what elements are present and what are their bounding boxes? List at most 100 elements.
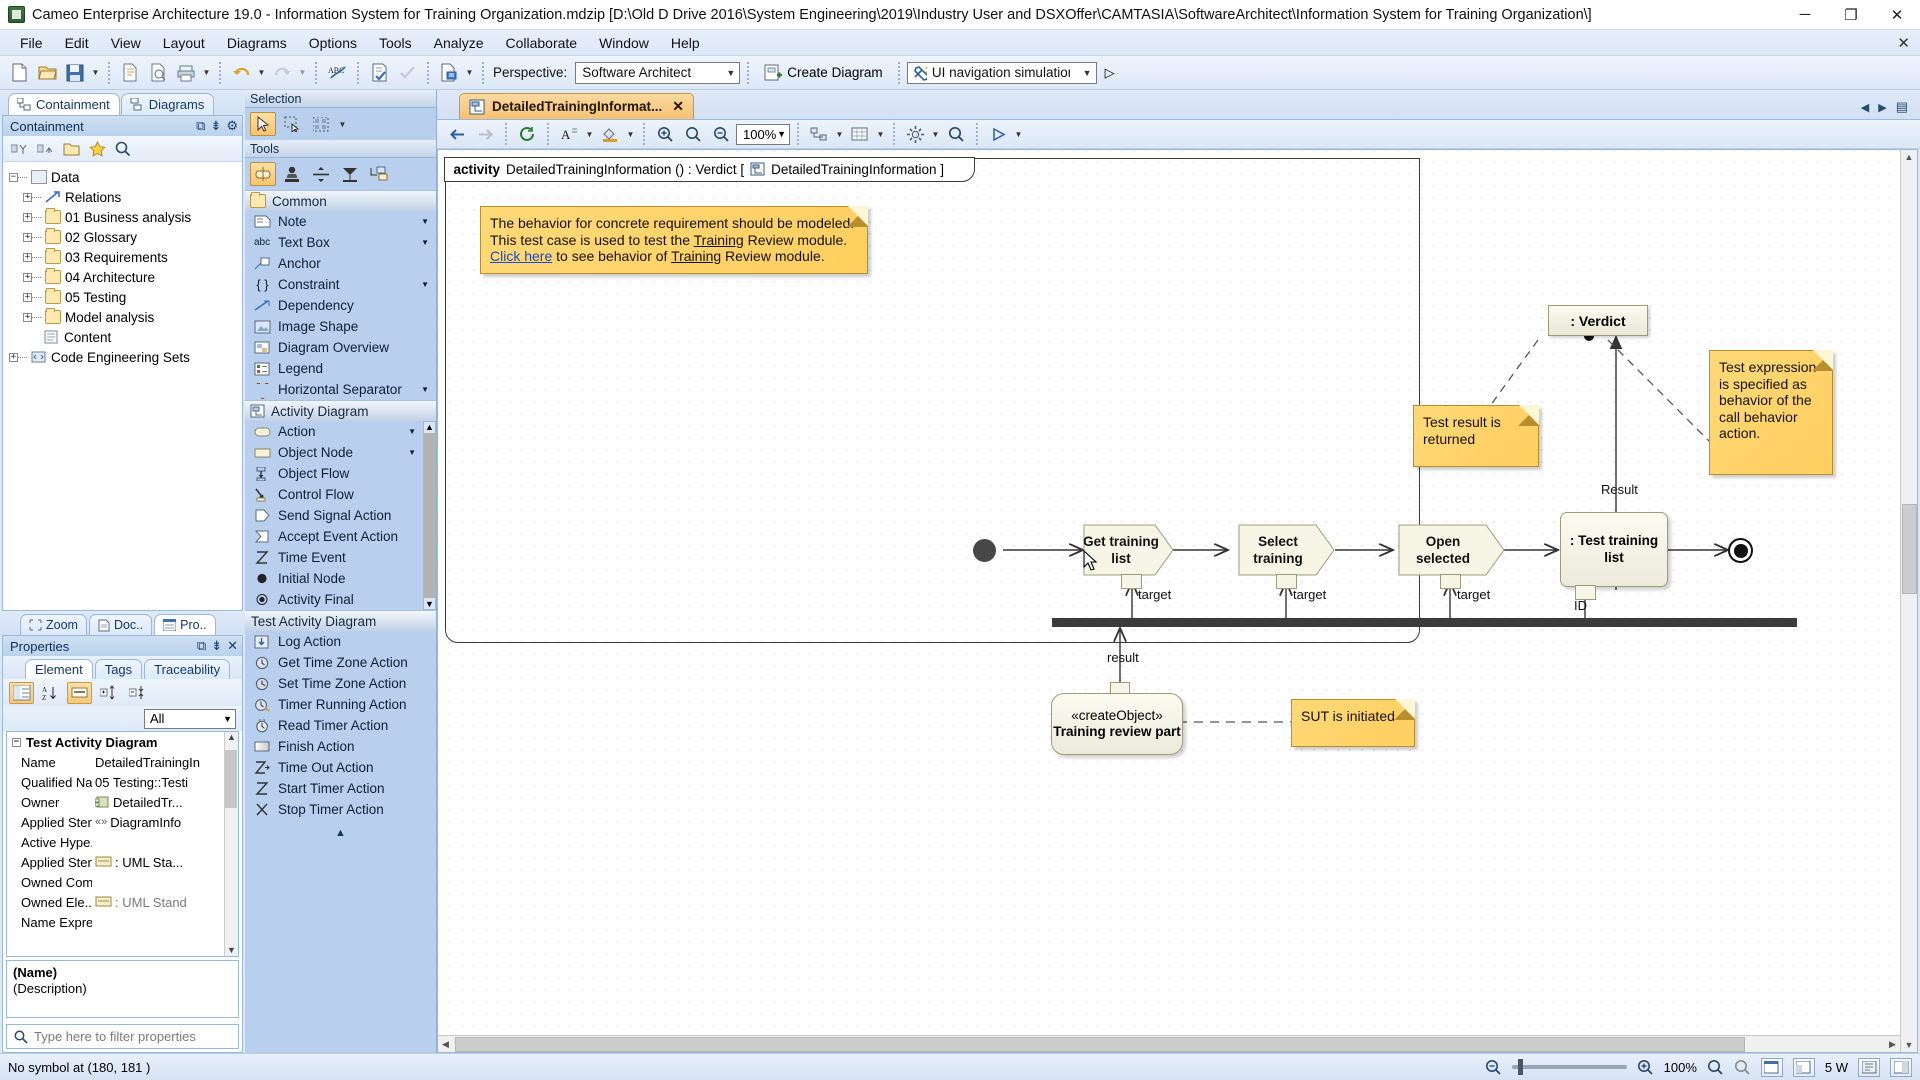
report-dropdown-caret[interactable]: ▼ bbox=[464, 62, 475, 84]
action-select-training[interactable]: Select training bbox=[1238, 524, 1336, 576]
expand-all-icon[interactable] bbox=[34, 138, 56, 159]
collapse-all-icon[interactable] bbox=[8, 138, 30, 159]
palette-item-diagram-overview[interactable]: Diagram Overview bbox=[245, 337, 436, 358]
palette-item-log-action[interactable]: Log Action bbox=[245, 631, 436, 652]
run-simulation-button[interactable]: ▷ bbox=[1099, 62, 1121, 84]
tree-item-relations[interactable]: + Relations bbox=[3, 187, 242, 207]
palette-scrollbar[interactable]: ▲ ▼ bbox=[423, 421, 436, 610]
diagram-canvas[interactable]: activity DetailedTrainingInformation () … bbox=[438, 150, 1900, 1035]
print-icon[interactable] bbox=[173, 60, 199, 86]
palette-item-control-flow[interactable]: Control Flow bbox=[245, 484, 423, 505]
menu-item-analyze[interactable]: Analyze bbox=[423, 33, 495, 53]
property-row-applied-stereotype-2[interactable]: Applied Ster... : UML Sta... bbox=[7, 852, 238, 872]
distribute-icon[interactable] bbox=[337, 162, 363, 186]
align-vertical-icon[interactable] bbox=[308, 162, 334, 186]
palette-group-activity-diagram[interactable]: Activity Diagram bbox=[245, 400, 436, 421]
font-dropdown-caret[interactable]: ▼ bbox=[584, 123, 595, 145]
forward-icon[interactable] bbox=[472, 121, 498, 147]
close-icon[interactable]: ✕ bbox=[227, 638, 238, 654]
fork-bar[interactable] bbox=[1052, 618, 1797, 627]
palette-item-get-time-zone-action[interactable]: Get Time Zone Action bbox=[245, 652, 436, 673]
palette-item-initial-node[interactable]: Initial Node bbox=[245, 568, 423, 589]
menu-item-file[interactable]: File bbox=[9, 33, 54, 53]
palette-item-horizontal-separator[interactable]: - - - Horizontal Separator ▼ bbox=[245, 375, 436, 405]
palette-item-text-box[interactable]: abc Text Box ▼ bbox=[245, 232, 436, 253]
show-value-icon[interactable] bbox=[67, 681, 92, 704]
menu-item-layout[interactable]: Layout bbox=[152, 33, 216, 53]
tree-item-model-analysis[interactable]: + Model analysis bbox=[3, 307, 242, 327]
action-get-training-list[interactable]: Get training list bbox=[1083, 524, 1175, 576]
undo-dropdown-caret[interactable]: ▼ bbox=[256, 62, 267, 84]
tree-expander[interactable]: + bbox=[23, 212, 32, 222]
palette-item-activity-final[interactable]: Activity Final bbox=[245, 589, 423, 610]
property-row-active-hyperlink[interactable]: Active Hype... bbox=[7, 832, 238, 852]
palette-item-time-out-action[interactable]: Time Out Action bbox=[245, 757, 436, 778]
selection-dropdown-caret[interactable]: ▼ bbox=[337, 113, 348, 135]
palette-scroll-thumb[interactable] bbox=[424, 433, 435, 598]
gear-icon[interactable]: ⚙ bbox=[226, 118, 238, 134]
tab-properties[interactable]: Pro.. bbox=[154, 614, 216, 635]
zoom-fit-status-icon[interactable] bbox=[1707, 1059, 1724, 1075]
note-behavior-link-training-2[interactable]: Training bbox=[671, 248, 721, 264]
properties-list[interactable]: − Test Activity Diagram Name DetailedTra… bbox=[6, 731, 239, 957]
status-panel-icon-4[interactable] bbox=[1890, 1057, 1912, 1077]
tree-item-code-engineering-sets[interactable]: + Code Engineering Sets bbox=[3, 347, 242, 367]
save-dropdown-caret[interactable]: ▼ bbox=[90, 62, 101, 84]
zoom-fit-icon[interactable] bbox=[680, 121, 706, 147]
palette-item-accept-event-action[interactable]: Accept Event Action bbox=[245, 526, 423, 547]
minimize-button[interactable]: ─ bbox=[1782, 0, 1828, 30]
multi-select-icon[interactable] bbox=[308, 112, 334, 136]
properties-scroll-thumb[interactable] bbox=[225, 750, 237, 808]
tab-list-icon[interactable]: ▤ bbox=[1896, 99, 1908, 115]
note-behavior-link-training-1[interactable]: Training bbox=[694, 232, 744, 248]
menu-item-diagrams[interactable]: Diagrams bbox=[216, 33, 298, 53]
diagram-zoom-combo[interactable]: 100% ▼ bbox=[736, 123, 790, 145]
favorites-star-icon[interactable] bbox=[86, 138, 108, 159]
close-document-icon[interactable]: ✕ bbox=[1897, 34, 1910, 52]
open-project-icon[interactable] bbox=[34, 60, 60, 86]
note-behavior[interactable]: The behavior for concrete requirement sh… bbox=[480, 206, 868, 274]
tree-item-architecture[interactable]: + 04 Architecture bbox=[3, 267, 242, 287]
note-test-result[interactable]: Test result is returned bbox=[1413, 405, 1539, 467]
status-panel-icon-2[interactable] bbox=[1792, 1057, 1815, 1077]
validate-icon[interactable] bbox=[366, 60, 392, 86]
save-project-icon[interactable] bbox=[62, 60, 88, 86]
vscroll-thumb[interactable] bbox=[1901, 503, 1917, 594]
palette-item-time-event[interactable]: Time Event bbox=[245, 547, 423, 568]
settings-dropdown-caret[interactable]: ▼ bbox=[930, 123, 941, 145]
redo-icon[interactable] bbox=[269, 60, 295, 86]
menu-item-help[interactable]: Help bbox=[660, 33, 711, 53]
tree-item-testing[interactable]: + 05 Testing bbox=[3, 287, 242, 307]
open-folder-icon[interactable] bbox=[60, 138, 82, 159]
palette-item-object-node[interactable]: Object Node ▼ bbox=[245, 442, 423, 463]
palette-item-finish-action[interactable]: Finish Action bbox=[245, 736, 436, 757]
property-row-owned-comment[interactable]: Owned Com... bbox=[7, 872, 238, 892]
palette-item-object-flow[interactable]: Object Flow bbox=[245, 463, 423, 484]
zoom-out-icon[interactable] bbox=[708, 121, 734, 147]
search-diagram-icon[interactable] bbox=[943, 121, 969, 147]
close-button[interactable]: ✕ bbox=[1874, 0, 1920, 30]
palette-item-dropdown-3[interactable]: ▼ bbox=[421, 280, 429, 289]
pin-icon[interactable]: ⇟ bbox=[210, 118, 221, 134]
palette-item-dropdown-4[interactable]: ▼ bbox=[421, 385, 429, 394]
print-preview-icon[interactable] bbox=[145, 60, 171, 86]
tab-scroll-right-icon[interactable]: ▶ bbox=[1878, 101, 1886, 114]
palette-group-test-activity-diagram[interactable]: Test Activity Diagram bbox=[245, 610, 436, 631]
property-row-name-expression[interactable]: Name Expre... bbox=[7, 912, 238, 932]
rubber-band-select-icon[interactable] bbox=[279, 112, 305, 136]
hscroll-thumb[interactable] bbox=[455, 1036, 1745, 1052]
menu-item-view[interactable]: View bbox=[100, 33, 152, 53]
expand-properties-icon[interactable] bbox=[96, 682, 121, 704]
smart-manipulation-icon[interactable] bbox=[250, 162, 276, 186]
activity-final-node[interactable] bbox=[1728, 538, 1753, 563]
fill-color-icon[interactable] bbox=[597, 121, 623, 147]
undo-icon[interactable] bbox=[228, 60, 254, 86]
zoom-slider-knob[interactable] bbox=[1517, 1059, 1523, 1075]
tree-expander[interactable]: + bbox=[9, 352, 18, 362]
zoom-in-icon[interactable] bbox=[652, 121, 678, 147]
properties-scrollbar[interactable]: ▲ ▼ bbox=[224, 732, 238, 956]
zoom-slider[interactable] bbox=[1511, 1059, 1627, 1075]
group-expander[interactable]: − bbox=[12, 737, 21, 747]
float-icon-2[interactable]: ⧉ bbox=[197, 638, 206, 654]
palette-scroll-up[interactable]: ▲ bbox=[425, 422, 434, 432]
